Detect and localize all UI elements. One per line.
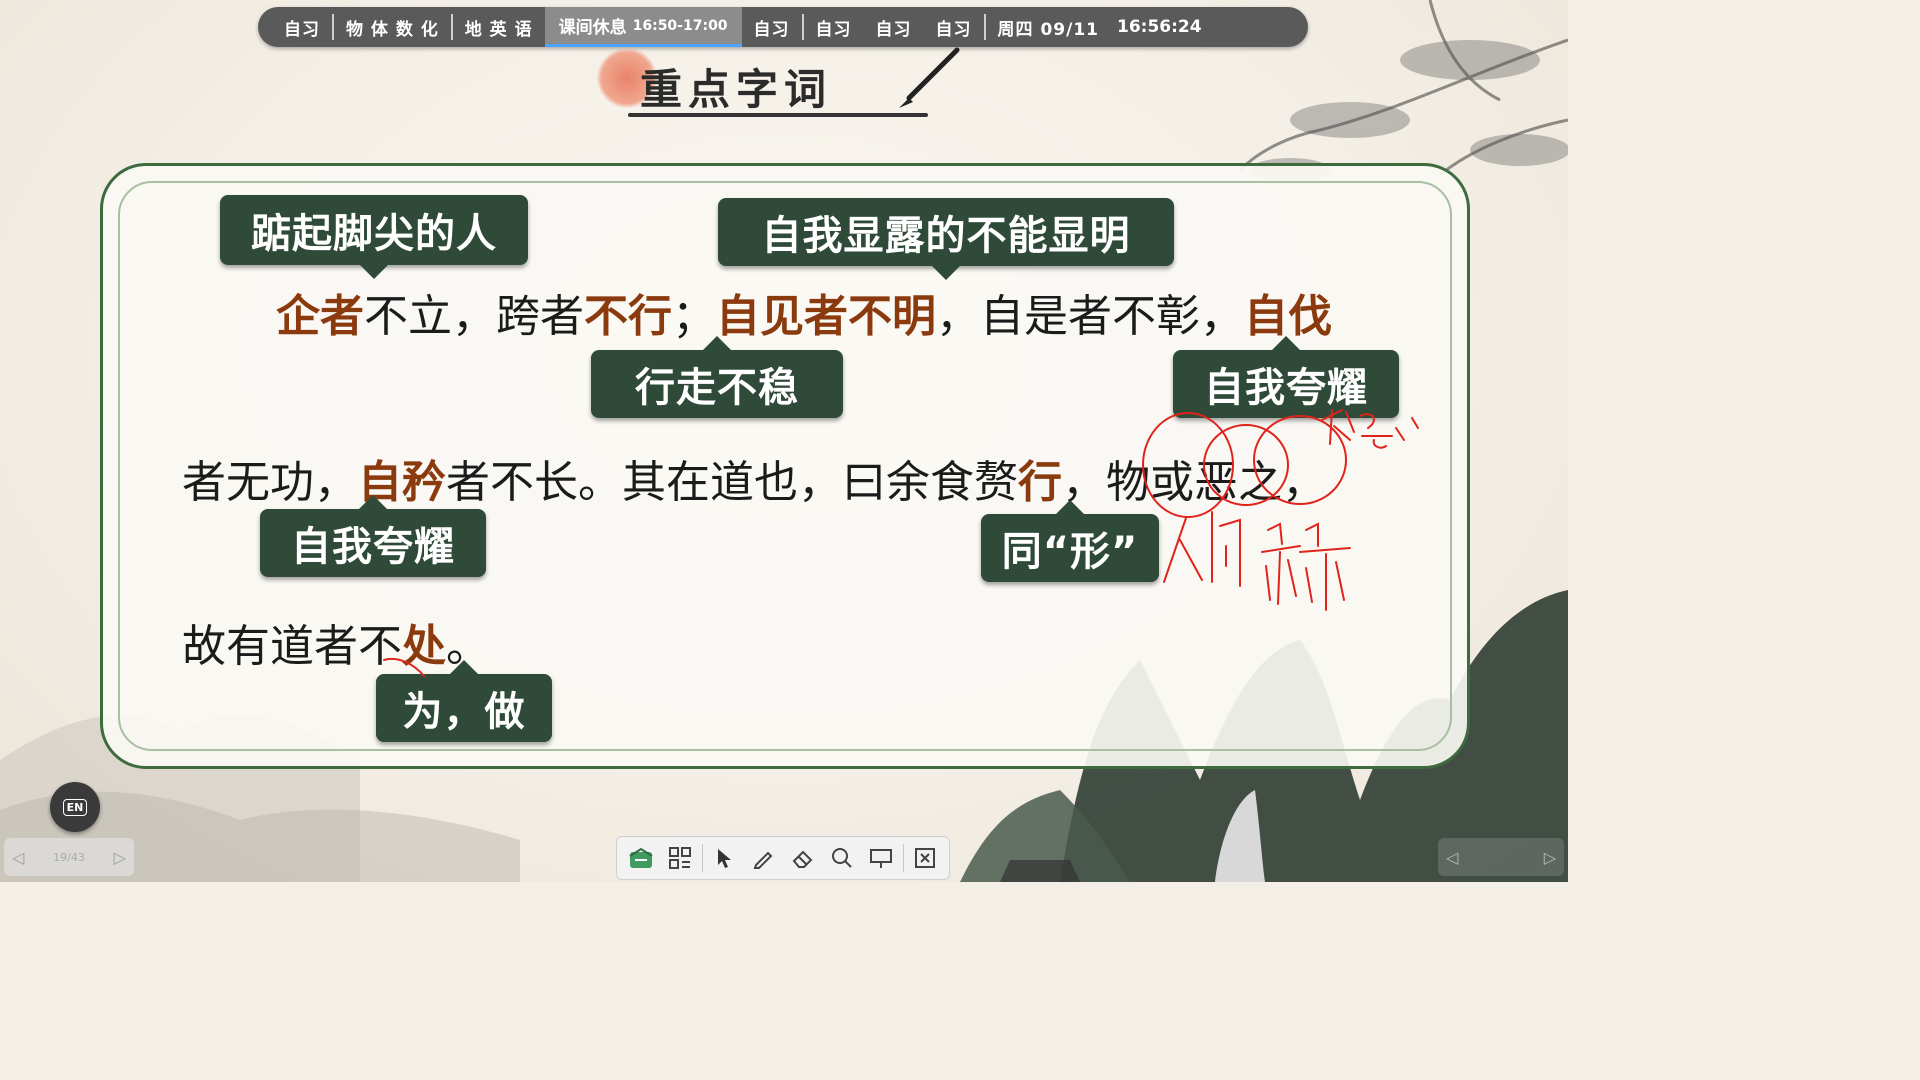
present-button[interactable]: [861, 838, 900, 878]
search-icon: [831, 848, 852, 868]
slide-pager: ◁ 19/43 ▷: [4, 838, 134, 876]
eraser-tool-button[interactable]: [783, 838, 822, 878]
input-language-indicator[interactable]: EN: [50, 782, 100, 832]
present-icon: [870, 849, 893, 868]
language-label: EN: [62, 798, 88, 816]
exit-presentation-button[interactable]: [906, 838, 945, 878]
grid-icon: [668, 847, 691, 869]
prev-slide-icon[interactable]: ◁: [12, 848, 24, 867]
whiteboard-icon: [629, 847, 653, 868]
toolbar-divider: [902, 844, 904, 872]
slide-counter: 19/43: [53, 850, 85, 864]
exit-icon: [915, 848, 936, 868]
prev-slide-icon[interactable]: ◁: [1446, 848, 1458, 867]
magnifier-tool-button[interactable]: [822, 838, 861, 878]
next-slide-icon[interactable]: ▷: [114, 848, 126, 867]
presentation-toolbar: [616, 836, 950, 880]
pen-icon: [753, 851, 773, 869]
handwritten-annotation-layer: [383, 409, 1419, 677]
pointer-tool-button[interactable]: [704, 838, 743, 878]
apps-grid-button[interactable]: [660, 838, 699, 878]
eraser-icon: [792, 850, 813, 868]
pointer-icon: [718, 849, 732, 868]
slide-pager-right: ◁ ▷: [1438, 838, 1564, 876]
next-slide-icon[interactable]: ▷: [1544, 848, 1556, 867]
pen-tool-button[interactable]: [744, 838, 783, 878]
whiteboard-button[interactable]: [621, 838, 660, 878]
toolbar-divider: [701, 844, 703, 872]
